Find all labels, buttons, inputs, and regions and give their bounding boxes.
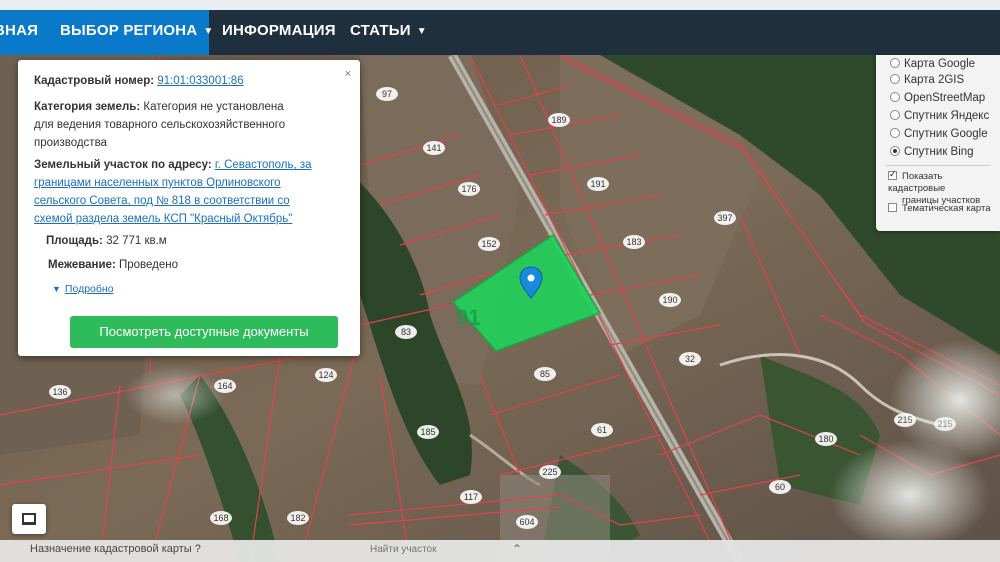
nav-articles[interactable]: СТАТЬИ ▼ — [350, 10, 427, 55]
survey-label: Межевание: — [48, 259, 116, 271]
layer-option[interactable]: Спутник Bing — [890, 143, 974, 161]
radio-icon[interactable] — [890, 58, 900, 68]
parcel-number-label[interactable]: 168 — [213, 513, 228, 523]
parcel-number-label[interactable]: 176 — [461, 184, 476, 194]
nav-home-label: ВНАЯ — [0, 22, 39, 39]
layer-option-label: Спутник Яндекс — [904, 110, 990, 122]
fullscreen-icon — [22, 513, 36, 525]
layer-option-label: OpenStreetMap — [904, 92, 986, 104]
category-value-2: для ведения товарного сельскохозяйственн… — [34, 119, 286, 131]
top-nav: ВНАЯ ВЫБОР РЕГИОНА ▼ ИНФОРМАЦИЯ СТАТЬИ ▼ — [0, 0, 1000, 55]
radio-icon[interactable] — [890, 92, 900, 102]
parcel-number-label[interactable]: 61 — [597, 425, 607, 435]
cadastral-number-row: Кадастровый номер: 91:01:033001:86 — [34, 72, 336, 90]
nav-home[interactable]: ВНАЯ — [0, 10, 44, 55]
parcel-number-label[interactable]: 189 — [551, 115, 566, 125]
layer-option-label: Карта 2GIS — [904, 74, 965, 86]
checkbox-checked-icon[interactable] — [888, 168, 897, 180]
browser-strip — [0, 0, 1000, 10]
parcel-info-popup: × Кадастровый номер: 91:01:033001:86 Кат… — [18, 60, 360, 356]
parcel-number-label[interactable]: 32 — [685, 354, 695, 364]
layer-option[interactable]: Спутник Google — [890, 125, 988, 143]
address-row: Земельный участок по адресу: г. Севастоп… — [34, 156, 336, 228]
chevron-up-icon[interactable]: ⌃ — [512, 542, 522, 556]
address-label: Земельный участок по адресу: — [34, 159, 212, 171]
nav-articles-label: СТАТЬИ — [350, 22, 411, 39]
area-row: Площадь: 32 771 кв.м — [46, 232, 336, 250]
divider — [886, 165, 990, 166]
radio-icon[interactable] — [890, 110, 900, 120]
radio-icon[interactable] — [890, 74, 900, 84]
nav-info[interactable]: ИНФОРМАЦИЯ — [222, 10, 336, 55]
purpose-link[interactable]: Назначение кадастровой карты ? — [30, 543, 201, 555]
category-label: Категория земель: — [34, 101, 141, 113]
layer-option-label: Карта Google — [904, 58, 976, 70]
layer-option-label: Спутник Bing — [904, 146, 974, 158]
parcel-number-label[interactable]: 152 — [481, 239, 496, 249]
triangle-down-icon: ▼ — [52, 284, 61, 294]
layer-option-label: Спутник Google — [904, 128, 988, 140]
radio-icon[interactable] — [890, 128, 900, 138]
category-value-1: Категория не установлена — [143, 101, 284, 113]
parcel-number-label[interactable]: 225 — [542, 467, 557, 477]
cadastral-borders-toggle[interactable]: Показать кадастровые границы участков — [888, 168, 1000, 207]
parcel-number-label[interactable]: 604 — [519, 517, 534, 527]
thematic-map-label: Тематическая карта — [902, 203, 991, 214]
parcel-number-label[interactable]: 136 — [52, 387, 67, 397]
parcel-number-label[interactable]: 185 — [420, 427, 435, 437]
more-link[interactable]: ▼ Подробно — [52, 280, 336, 298]
nav-region-select[interactable]: ВЫБОР РЕГИОНА ▼ — [44, 10, 213, 55]
map-layers-panel: Карта Google Карта 2GIS OpenStreetMap Спутн… — [876, 55, 1000, 231]
chevron-down-icon: ▼ — [203, 26, 214, 37]
category-value-3: производства — [34, 137, 107, 149]
fullscreen-button[interactable] — [12, 504, 46, 534]
cloud — [830, 440, 990, 550]
parcel-number-label[interactable]: 191 — [590, 179, 605, 189]
parcel-number-label[interactable]: 85 — [540, 369, 550, 379]
parcel-number-label[interactable]: 182 — [290, 513, 305, 523]
parcel-number-label[interactable]: 97 — [382, 89, 392, 99]
parcel-number-label[interactable]: 117 — [464, 492, 478, 502]
layer-option[interactable]: OpenStreetMap — [890, 89, 985, 107]
view-documents-button[interactable]: Посмотреть доступные документы — [70, 316, 338, 348]
chevron-down-icon: ▼ — [416, 26, 427, 37]
address-link-3[interactable]: сельского Совета, под № 818 в соответств… — [34, 195, 290, 207]
parcel-number-label[interactable]: 124 — [318, 370, 333, 380]
layer-option[interactable]: Спутник Яндекс — [890, 107, 989, 125]
cadastral-number-link[interactable]: 91:01:033001:86 — [157, 75, 243, 87]
area-value: 32 771 кв.м — [106, 235, 167, 247]
close-icon[interactable]: × — [345, 68, 351, 80]
layer-option[interactable]: Карта 2GIS — [890, 71, 964, 89]
address-link-2[interactable]: границами населенных пунктов Орлиновског… — [34, 177, 281, 189]
survey-row: Межевание: Проведено — [48, 256, 336, 274]
parcel-number-label[interactable]: 180 — [818, 434, 833, 444]
parcel-number-label[interactable]: 60 — [775, 482, 785, 492]
category-row: Категория земель: Категория не установле… — [34, 98, 336, 152]
address-link-4[interactable]: схемой раздела земель КСП "Красный Октяб… — [34, 213, 292, 225]
checkbox-icon[interactable] — [888, 203, 897, 212]
cloud — [125, 365, 225, 425]
bottom-bar: Назначение кадастровой карты ? Найти уча… — [0, 540, 1000, 562]
parcel-number-label[interactable]: 183 — [626, 237, 641, 247]
survey-value: Проведено — [118, 259, 179, 271]
nav-info-label: ИНФОРМАЦИЯ — [222, 22, 336, 39]
nav-region-label: ВЫБОР РЕГИОНА — [60, 22, 198, 39]
thematic-map-toggle[interactable]: Тематическая карта — [888, 203, 990, 215]
address-link-1[interactable]: г. Севастополь, за — [215, 159, 312, 171]
radio-selected-icon[interactable] — [890, 146, 900, 156]
area-label: Площадь: — [46, 235, 103, 247]
parcel-number-label[interactable]: 141 — [426, 143, 441, 153]
selected-parcel-label: 91 — [456, 305, 480, 330]
find-parcel-link[interactable]: Найти участок — [370, 544, 437, 555]
parcel-number-label[interactable]: 83 — [401, 327, 411, 337]
parcel-number-label[interactable]: 190 — [662, 295, 677, 305]
cadastral-number-label: Кадастровый номер: — [34, 75, 155, 87]
parcel-number-label[interactable]: 397 — [717, 213, 732, 223]
more-link-label: Подробно — [64, 283, 114, 295]
